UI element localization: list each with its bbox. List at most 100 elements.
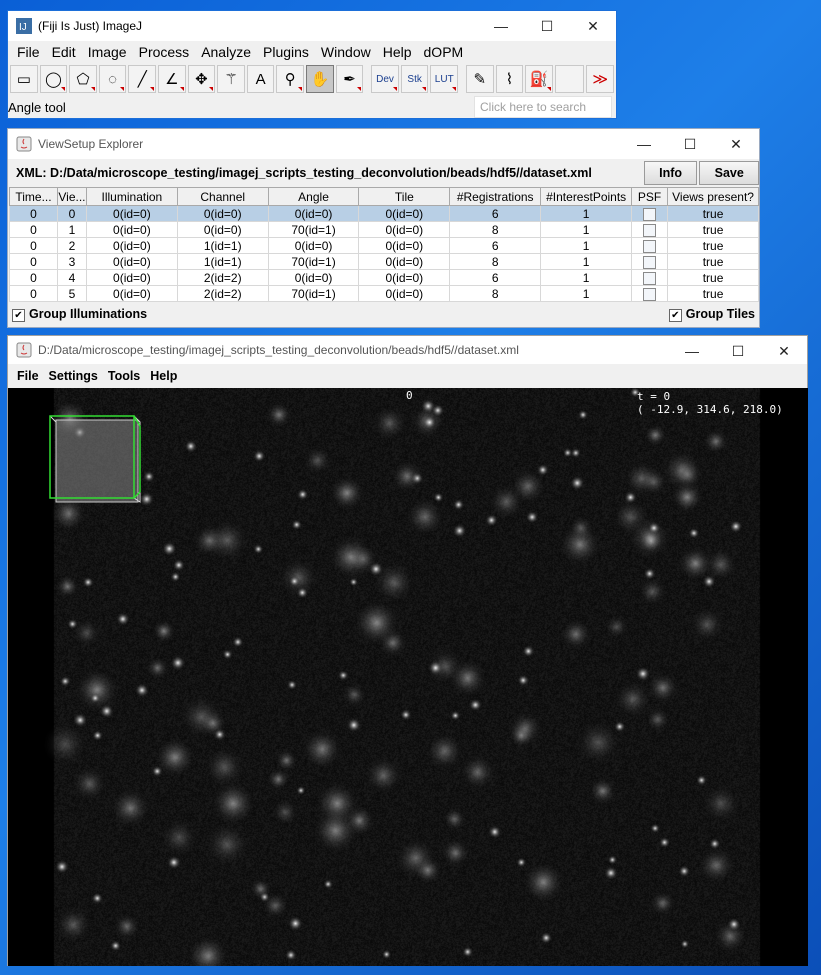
angle-icon[interactable]: ∠: [158, 65, 186, 93]
table-cell: 2(id=2): [176, 285, 269, 302]
table-row[interactable]: 0 1 0(id=0) 0(id=0) 70(id=1) 0(id=0) 8 1 true: [9, 221, 759, 238]
psf-checkbox[interactable]: [631, 221, 669, 238]
maximize-icon[interactable]: ☐: [667, 129, 713, 159]
table-cell: 8: [449, 285, 542, 302]
lut-icon-glyph: LUT: [434, 73, 454, 85]
table-row[interactable]: 0 0 0(id=0) 0(id=0) 0(id=0) 0(id=0) 6 1 true: [9, 205, 759, 222]
table-cell: 0(id=0): [85, 237, 178, 254]
hand-icon[interactable]: ✋: [306, 65, 334, 93]
save-button[interactable]: Save: [699, 161, 760, 185]
close-icon[interactable]: ✕: [713, 129, 759, 159]
explorer-titlebar[interactable]: ViewSetup Explorer — ☐ ✕: [8, 129, 759, 159]
more-tools-icon-glyph: ≫: [592, 71, 609, 88]
column-header[interactable]: Views present?: [667, 187, 759, 206]
psf-checkbox[interactable]: [631, 237, 669, 254]
rectangle-icon[interactable]: ▭: [10, 65, 38, 93]
minimize-icon[interactable]: —: [478, 11, 524, 41]
info-button[interactable]: Info: [643, 161, 698, 185]
imagej-titlebar[interactable]: IJ (Fiji Is Just) ImageJ — ☐ ✕: [8, 11, 616, 41]
column-header[interactable]: Tile: [358, 187, 451, 206]
viewer-menu-help[interactable]: Help: [145, 369, 182, 383]
menu-window[interactable]: Window: [315, 44, 377, 60]
menu-analyze[interactable]: Analyze: [195, 44, 257, 60]
minimize-icon[interactable]: —: [621, 129, 667, 159]
menu-edit[interactable]: Edit: [46, 44, 82, 60]
search-input[interactable]: Click here to search: [474, 96, 612, 118]
lut-icon[interactable]: LUT: [430, 65, 459, 93]
flood-fill-icon[interactable]: ⛽: [525, 65, 553, 93]
table-cell: 0(id=0): [358, 285, 451, 302]
dev-icon[interactable]: Dev: [371, 65, 399, 93]
table-cell: 1: [540, 221, 633, 238]
source-index: 0: [406, 389, 413, 402]
java-app-icon: [16, 136, 32, 152]
text-icon[interactable]: A: [246, 65, 275, 93]
viewer-menu-tools[interactable]: Tools: [103, 369, 145, 383]
column-header[interactable]: Channel: [176, 187, 269, 206]
menu-dopm[interactable]: dOPM: [418, 44, 470, 60]
status-text: Angle tool: [8, 99, 66, 115]
menu-file[interactable]: File: [11, 44, 46, 60]
menu-plugins[interactable]: Plugins: [257, 44, 315, 60]
stk-icon[interactable]: Stk: [400, 65, 429, 93]
maximize-icon[interactable]: ☐: [524, 11, 570, 41]
close-icon[interactable]: ✕: [570, 11, 616, 41]
oval-icon[interactable]: ◯: [39, 65, 68, 93]
table-row[interactable]: 0 2 0(id=0) 1(id=1) 0(id=0) 0(id=0) 6 1 true: [9, 237, 759, 254]
table-row[interactable]: 0 4 0(id=0) 2(id=2) 0(id=0) 0(id=0) 6 1 true: [9, 269, 759, 286]
psf-checkbox[interactable]: [631, 269, 669, 286]
rectangle-icon-glyph: ▭: [16, 71, 31, 88]
image-viewer-canvas[interactable]: 0 t = 0 ( -12.9, 314.6, 218.0): [8, 388, 808, 966]
brush-icon[interactable]: ⌇: [495, 65, 524, 93]
psf-checkbox[interactable]: [631, 285, 669, 302]
brush-icon-glyph: ⌇: [505, 71, 514, 88]
imagej-window: IJ (Fiji Is Just) ImageJ — ☐ ✕ File Edit I…: [7, 10, 617, 119]
dropper-icon[interactable]: ✒: [335, 65, 364, 93]
column-header[interactable]: Time...: [9, 187, 58, 206]
blank-tool-icon[interactable]: [554, 65, 585, 93]
stk-icon-glyph: Stk: [407, 73, 422, 85]
freehand-icon[interactable]: ◌: [98, 65, 127, 93]
column-header[interactable]: Angle: [267, 187, 360, 206]
menu-process[interactable]: Process: [133, 44, 196, 60]
viewer-menu-settings[interactable]: Settings: [44, 369, 103, 383]
freehand-icon-glyph: ◌: [108, 70, 118, 88]
checkbox-icon: [643, 271, 657, 285]
polygon-icon[interactable]: ⬠: [69, 65, 97, 93]
table-cell: 0: [9, 221, 58, 238]
psf-checkbox[interactable]: [631, 253, 669, 270]
checkbox-icon: [643, 287, 657, 301]
viewer-menubar: File Settings Tools Help: [8, 364, 807, 388]
column-header[interactable]: PSF: [631, 187, 669, 206]
column-header[interactable]: Vie...: [56, 187, 87, 206]
table-row[interactable]: 0 3 0(id=0) 1(id=1) 70(id=1) 0(id=0) 8 1 true: [9, 253, 759, 270]
table-cell: 0(id=0): [267, 205, 360, 222]
checkbox-icon: [643, 255, 657, 269]
viewer-menu-file[interactable]: File: [12, 369, 44, 383]
menu-help[interactable]: Help: [377, 44, 418, 60]
table-cell: 8: [449, 221, 542, 238]
table-cell: 1: [540, 253, 633, 270]
table-cell: 0: [9, 285, 58, 302]
maximize-icon[interactable]: ☐: [715, 336, 761, 366]
column-header[interactable]: #InterestPoints: [540, 187, 633, 206]
line-icon[interactable]: ╱: [128, 65, 157, 93]
checkbox-icon: [643, 239, 657, 253]
point-icon[interactable]: ✥: [187, 65, 216, 93]
more-tools-icon[interactable]: ≫: [586, 65, 614, 93]
table-cell: 1: [540, 269, 633, 286]
close-icon[interactable]: ✕: [761, 336, 807, 366]
minimize-icon[interactable]: —: [669, 336, 715, 366]
magnifier-icon[interactable]: ⚲: [276, 65, 305, 93]
group-illuminations-checkbox[interactable]: ✔ Group Illuminations: [12, 307, 147, 322]
pencil-icon[interactable]: ✎: [465, 65, 494, 93]
wand-icon[interactable]: ⚚: [217, 65, 245, 93]
column-header[interactable]: Illumination: [85, 187, 178, 206]
group-tiles-checkbox[interactable]: ✔ Group Tiles: [668, 307, 755, 322]
table-cell: 0(id=0): [176, 205, 269, 222]
table-row[interactable]: 0 5 0(id=0) 2(id=2) 70(id=1) 0(id=0) 8 1 true: [9, 285, 759, 302]
menu-image[interactable]: Image: [82, 44, 133, 60]
viewer-titlebar[interactable]: D:/Data/microscope_testing/imagej_script…: [8, 336, 807, 364]
column-header[interactable]: #Registrations: [449, 187, 542, 206]
psf-checkbox[interactable]: [631, 205, 669, 222]
